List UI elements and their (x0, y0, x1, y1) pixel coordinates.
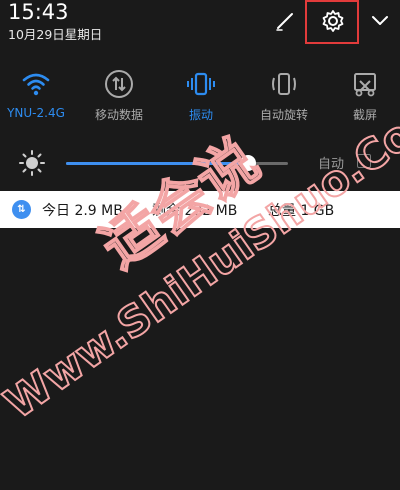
toggle-auto-rotate[interactable]: 自动旋转 (244, 62, 324, 123)
brightness-slider[interactable] (66, 155, 288, 171)
chevron-down-icon (372, 16, 388, 25)
watermark-en: Www.ShiHuiShuo.Com (0, 84, 400, 428)
data-total: 总量 1 GB (268, 203, 335, 219)
gear-icon (322, 10, 344, 32)
screenshot-icon (354, 73, 376, 97)
toggle-screenshot[interactable]: 截屏 (325, 62, 400, 123)
clock-time: 15:43 (8, 0, 69, 24)
pencil-icon (276, 13, 293, 31)
auto-brightness-label: 自动 (318, 157, 345, 172)
brightness-fill (66, 162, 248, 165)
auto-brightness-checkbox[interactable] (357, 154, 371, 168)
quick-toggles: YNU-2.4G 移动数据 振动 自动旋转 截屏 (0, 62, 400, 132)
edit-button[interactable] (270, 6, 300, 36)
settings-button[interactable] (318, 6, 348, 36)
vibrate-icon (187, 72, 215, 96)
clock-date: 10月29日星期日 (8, 27, 103, 42)
data-today: 今日 2.9 MB (42, 203, 123, 219)
toggle-label: YNU-2.4G (7, 106, 65, 120)
data-usage-bar[interactable]: ⇅ 今日 2.9 MB 剩余 232 MB 总量 1 GB (0, 191, 400, 228)
toggle-vibrate[interactable]: 振动 (161, 62, 241, 123)
expand-button[interactable] (365, 6, 395, 36)
toggle-wifi[interactable]: YNU-2.4G (0, 62, 76, 120)
brightness-row: 自动 (0, 145, 400, 181)
data-remaining: 剩余 232 MB (152, 203, 238, 219)
mobile-data-icon (105, 70, 133, 98)
toggle-label: 截屏 (352, 108, 377, 122)
data-usage-icon: ⇅ (12, 200, 31, 219)
toggle-label: 振动 (188, 108, 213, 122)
wifi-icon (22, 73, 50, 96)
brightness-icon (19, 150, 45, 176)
status-bar: 15:43 10月29日星期日 (0, 0, 400, 52)
toggle-label: 移动数据 (94, 108, 143, 122)
toggle-mobile-data[interactable]: 移动数据 (79, 62, 159, 123)
auto-rotate-icon (272, 73, 296, 95)
brightness-thumb[interactable] (240, 155, 256, 171)
toggle-label: 自动旋转 (259, 108, 308, 122)
